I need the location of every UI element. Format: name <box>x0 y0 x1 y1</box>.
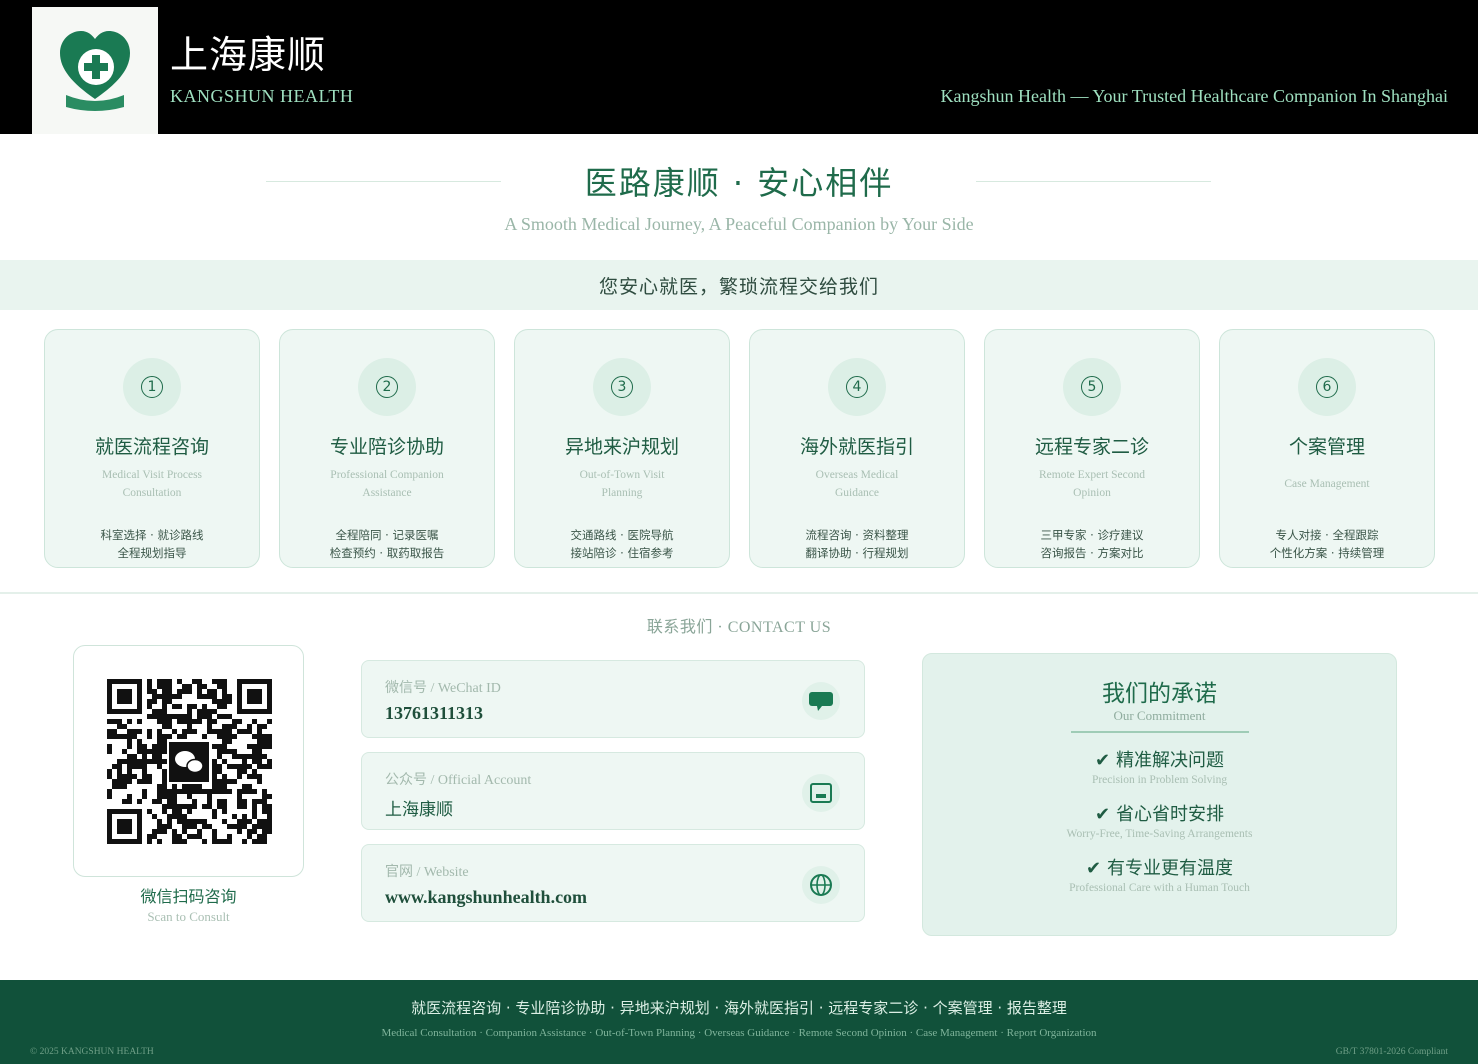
check-icon: ✔ <box>1085 858 1102 879</box>
official-account-card[interactable]: 公众号 / Official Account 上海康顺 <box>361 752 865 830</box>
website-link[interactable]: www.kangshunhealth.com <box>385 887 587 908</box>
header-tagline: Kangshun Health — Your Trusted Healthcar… <box>940 86 1448 106</box>
service-title: 海外就医指引 <box>799 436 914 458</box>
commitment-item-en: Professional Care with a Human Touch <box>1069 882 1250 894</box>
official-account-value[interactable]: 上海康顺 <box>385 795 453 820</box>
service-description: 科室选择 · 就诊路线 全程规划指导 <box>100 528 204 560</box>
commitment-item: ✔ 省心省时安排 <box>1094 804 1225 825</box>
step-number-badge: 1 <box>123 358 181 416</box>
chat-bubble-icon <box>802 682 840 720</box>
tablet-icon <box>802 774 840 812</box>
commitment-divider <box>1071 731 1249 733</box>
qr-code-icon <box>107 679 272 844</box>
step-number-badge: 6 <box>1298 358 1356 416</box>
step-number-badge: 3 <box>593 358 651 416</box>
qr-sublabel: Scan to Consult <box>147 909 230 924</box>
step-number-badge: 5 <box>1063 358 1121 416</box>
service-card-second-opinion[interactable]: 5 远程专家二诊 Remote Expert Second Opinion 三甲专… <box>984 329 1200 568</box>
commitment-subtitle: Our Commitment <box>1113 708 1206 723</box>
wechat-qr-code[interactable] <box>73 645 304 877</box>
service-card-overseas[interactable]: 4 海外就医指引 Overseas Medical Guidance 流程咨询 ·… <box>749 329 965 568</box>
brand-name-cn: 上海康顺 <box>170 33 327 77</box>
check-icon: ✔ <box>1094 750 1111 771</box>
service-title: 个案管理 <box>1288 436 1365 458</box>
commitment-item-en: Worry-Free, Time-Saving Arrangements <box>1066 828 1253 840</box>
service-description: 全程陪同 · 记录医嘱 检查预约 · 取药取报告 <box>329 528 445 560</box>
globe-icon <box>802 866 840 904</box>
wechat-id-label: 微信号 / WeChat ID <box>385 681 501 696</box>
service-title-en: Professional Companion Assistance <box>330 469 444 499</box>
footer-services-cn: 就医流程咨询 · 专业陪诊协助 · 异地来沪规划 · 海外就医指引 · 远程专家… <box>411 999 1067 1017</box>
commitment-item: ✔ 精准解决问题 <box>1094 750 1225 771</box>
commitment-item: ✔ 有专业更有温度 <box>1085 858 1234 879</box>
service-description: 流程咨询 · 资料整理 翻译协助 · 行程规划 <box>805 528 909 560</box>
site-footer <box>0 980 1478 1064</box>
brand-name-en: KANGSHUN HEALTH <box>170 86 354 106</box>
section-divider <box>0 592 1478 594</box>
service-title-en: Overseas Medical Guidance <box>815 469 899 499</box>
contact-section-title: 联系我们 · CONTACT US <box>646 619 832 636</box>
service-description: 专人对接 · 全程跟踪 个性化方案 · 持续管理 <box>1269 528 1385 560</box>
step-number-badge: 2 <box>358 358 416 416</box>
hero-title: 医路康顺 · 安心相伴 <box>584 164 894 202</box>
service-title: 专业陪诊协助 <box>329 436 444 458</box>
service-description: 交通路线 · 医院导航 接站陪诊 · 住宿参考 <box>570 528 674 560</box>
site-header: 上海康顺 KANGSHUN HEALTH Kangshun Health — Y… <box>0 0 1478 134</box>
check-icon: ✔ <box>1094 804 1111 825</box>
service-title: 异地来沪规划 <box>564 436 679 458</box>
service-title-en: Medical Visit Process Consultation <box>101 469 203 499</box>
footer-services-en: Medical Consultation · Companion Assista… <box>381 1027 1097 1039</box>
website-label: 官网 / Website <box>385 865 469 880</box>
service-card-visit-consultation[interactable]: 1 就医流程咨询 Medical Visit Process Consultati… <box>44 329 260 568</box>
service-title-en: Case Management <box>1284 478 1370 490</box>
service-card-out-of-town[interactable]: 3 异地来沪规划 Out-of-Town Visit Planning 交通路线 … <box>514 329 730 568</box>
step-number-badge: 4 <box>828 358 886 416</box>
commitment-item-en: Precision in Problem Solving <box>1091 774 1228 786</box>
banner-text: 您安心就医，繁琐流程交给我们 <box>598 276 879 298</box>
service-description: 三甲专家 · 诊疗建议 咨询报告 · 方案对比 <box>1040 528 1144 560</box>
service-title: 远程专家二诊 <box>1034 436 1149 458</box>
wechat-id-card[interactable]: 微信号 / WeChat ID 13761311313 <box>361 660 865 738</box>
commitment-title: 我们的承诺 <box>1102 681 1217 707</box>
service-card-case-management[interactable]: 6 个案管理 Case Management 专人对接 · 全程跟踪 个性化方案 … <box>1219 329 1435 568</box>
website-card[interactable]: 官网 / Website www.kangshunhealth.com <box>361 844 865 922</box>
footer-copyright: © 2025 KANGSHUN HEALTH <box>30 1047 154 1057</box>
service-title-en: Out-of-Town Visit Planning <box>579 469 665 499</box>
commitment-panel: 我们的承诺 Our Commitment ✔ 精准解决问题 Precision i… <box>922 653 1397 936</box>
hero-subtitle: A Smooth Medical Journey, A Peaceful Com… <box>504 214 974 234</box>
service-card-companion[interactable]: 2 专业陪诊协助 Professional Companion Assistanc… <box>279 329 495 568</box>
service-title-en: Remote Expert Second Opinion <box>1038 469 1146 499</box>
footer-standard: GB/T 37801-2026 Compliant <box>1335 1047 1448 1057</box>
qr-label: 微信扫码咨询 <box>140 887 237 906</box>
logo[interactable] <box>32 7 158 134</box>
heart-cross-logo-icon <box>60 31 130 111</box>
service-title: 就医流程咨询 <box>94 436 209 458</box>
wechat-id-value[interactable]: 13761311313 <box>385 703 483 724</box>
official-account-label: 公众号 / Official Account <box>385 773 532 788</box>
